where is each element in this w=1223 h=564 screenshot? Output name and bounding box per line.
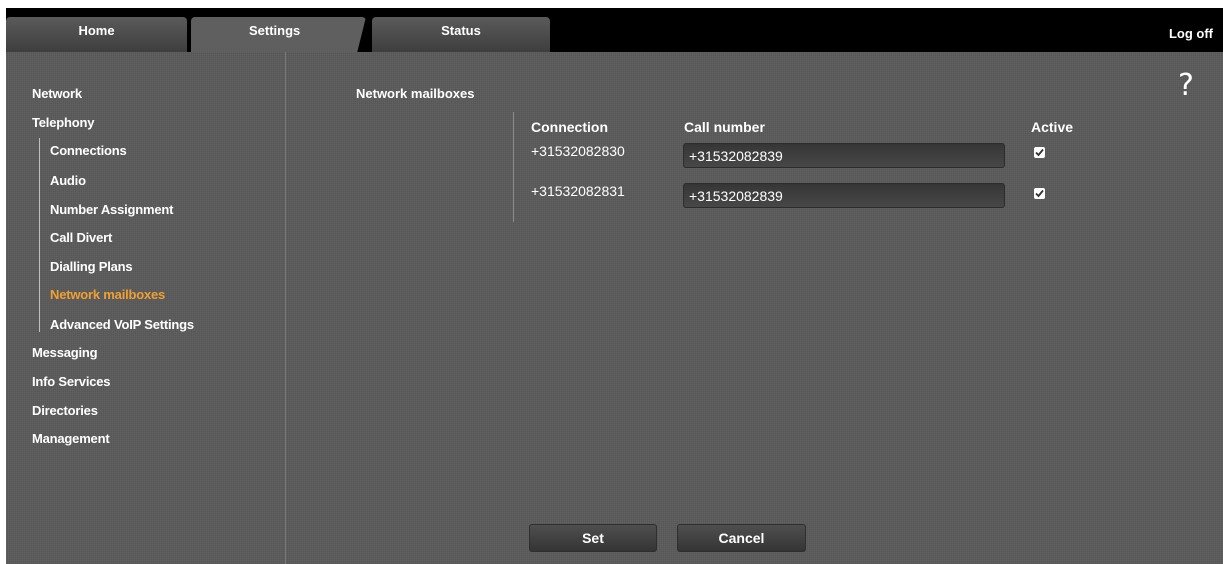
top-bar xyxy=(6,8,1223,52)
column-header-call-number: Call number xyxy=(684,119,765,135)
tab-home-label: Home xyxy=(78,23,115,38)
tab-settings-label: Settings xyxy=(249,23,301,38)
sidebar-item-network[interactable]: Network xyxy=(32,86,82,101)
sidebar-item-management[interactable]: Management xyxy=(32,431,110,446)
sidebar-item-dialling-plans[interactable]: Dialling Plans xyxy=(50,259,133,274)
sidebar-item-messaging[interactable]: Messaging xyxy=(32,345,98,360)
tab-home[interactable]: Home xyxy=(6,17,187,52)
check-icon xyxy=(1035,148,1044,157)
help-icon[interactable]: ? xyxy=(1178,68,1194,103)
tab-settings[interactable]: Settings xyxy=(191,17,366,52)
tab-status[interactable]: Status xyxy=(372,17,550,52)
table-divider xyxy=(513,112,514,222)
sidebar-item-call-divert[interactable]: Call Divert xyxy=(50,230,112,245)
sidebar-item-number-assignment[interactable]: Number Assignment xyxy=(50,202,173,217)
active-checkbox[interactable] xyxy=(1034,147,1045,158)
call-number-input[interactable] xyxy=(683,183,1005,208)
set-button[interactable]: Set xyxy=(529,524,657,552)
sidebar-item-info-services[interactable]: Info Services xyxy=(32,374,111,389)
page-title: Network mailboxes xyxy=(356,86,475,101)
logoff-link[interactable]: Log off xyxy=(1169,26,1213,41)
column-header-active: Active xyxy=(1031,119,1074,135)
sidebar-item-advanced-voip[interactable]: Advanced VoIP Settings xyxy=(50,317,194,332)
sidebar-item-audio[interactable]: Audio xyxy=(50,173,86,188)
connection-cell: +31532082830 xyxy=(531,143,625,159)
sidebar: Network Telephony Connections Audio Numb… xyxy=(6,52,286,564)
submenu-line xyxy=(39,138,40,332)
connection-cell: +31532082831 xyxy=(531,183,625,199)
sidebar-item-network-mailboxes[interactable]: Network mailboxes xyxy=(50,287,165,302)
active-checkbox[interactable] xyxy=(1034,188,1045,199)
tab-status-label: Status xyxy=(441,23,481,38)
sidebar-item-directories[interactable]: Directories xyxy=(32,403,98,418)
content-panel: Network Telephony Connections Audio Numb… xyxy=(6,52,1223,564)
column-header-connection: Connection xyxy=(531,119,608,135)
sidebar-item-telephony[interactable]: Telephony xyxy=(32,115,94,130)
sidebar-item-connections[interactable]: Connections xyxy=(50,143,127,158)
call-number-input[interactable] xyxy=(683,143,1005,168)
cancel-button[interactable]: Cancel xyxy=(677,524,806,552)
check-icon xyxy=(1035,189,1044,198)
